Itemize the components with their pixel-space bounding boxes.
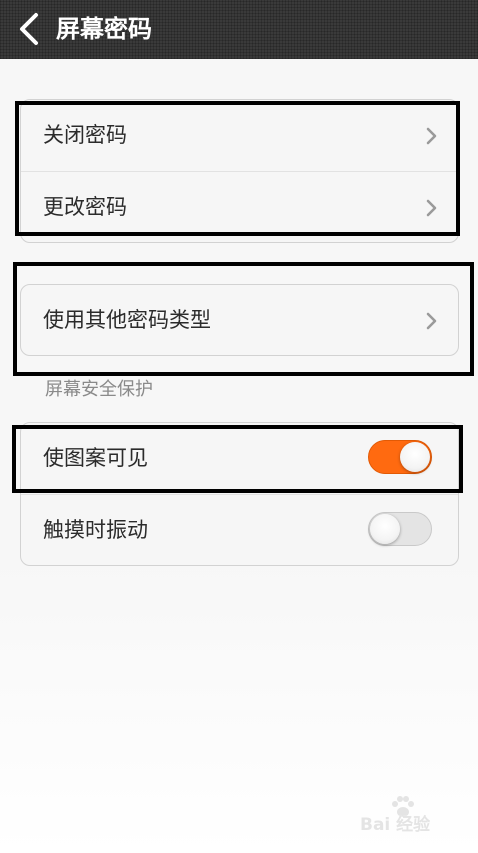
chevron-right-icon: [426, 127, 437, 145]
chevron-left-icon: [20, 13, 38, 45]
row-label-other-password-type: 使用其他密码类型: [43, 308, 211, 332]
watermark-text: Bai 经验: [360, 815, 431, 835]
chevron-right-icon: [426, 312, 437, 330]
row-disable-password[interactable]: 关闭密码: [21, 100, 458, 171]
chevron-right-icon: [426, 199, 437, 217]
title-bar: 屏幕密码: [0, 0, 478, 59]
toggle-knob: [370, 514, 400, 544]
baidu-jingyan-watermark: Bai 经验: [360, 796, 460, 836]
row-show-pattern[interactable]: 使图案可见: [21, 423, 458, 494]
row-other-password-type[interactable]: 使用其他密码类型: [21, 285, 458, 356]
page-title: 屏幕密码: [56, 15, 152, 43]
vibrate-on-touch-toggle[interactable]: [368, 512, 432, 546]
row-label-disable-password: 关闭密码: [43, 123, 127, 147]
other-password-type-group: 使用其他密码类型: [20, 284, 459, 356]
screen-security-group: 使图案可见 触摸时振动: [20, 422, 459, 566]
row-label-show-pattern: 使图案可见: [43, 446, 148, 470]
row-vibrate-on-touch[interactable]: 触摸时振动: [21, 494, 458, 565]
toggle-knob: [400, 442, 430, 472]
back-button[interactable]: [10, 8, 50, 50]
section-title-screen-security: 屏幕安全保护: [45, 379, 153, 400]
row-label-vibrate-on-touch: 触摸时振动: [43, 518, 148, 542]
row-label-change-password: 更改密码: [43, 195, 127, 219]
row-change-password[interactable]: 更改密码: [21, 171, 458, 242]
show-pattern-toggle[interactable]: [368, 440, 432, 474]
password-settings-group: 关闭密码 更改密码: [20, 99, 459, 243]
